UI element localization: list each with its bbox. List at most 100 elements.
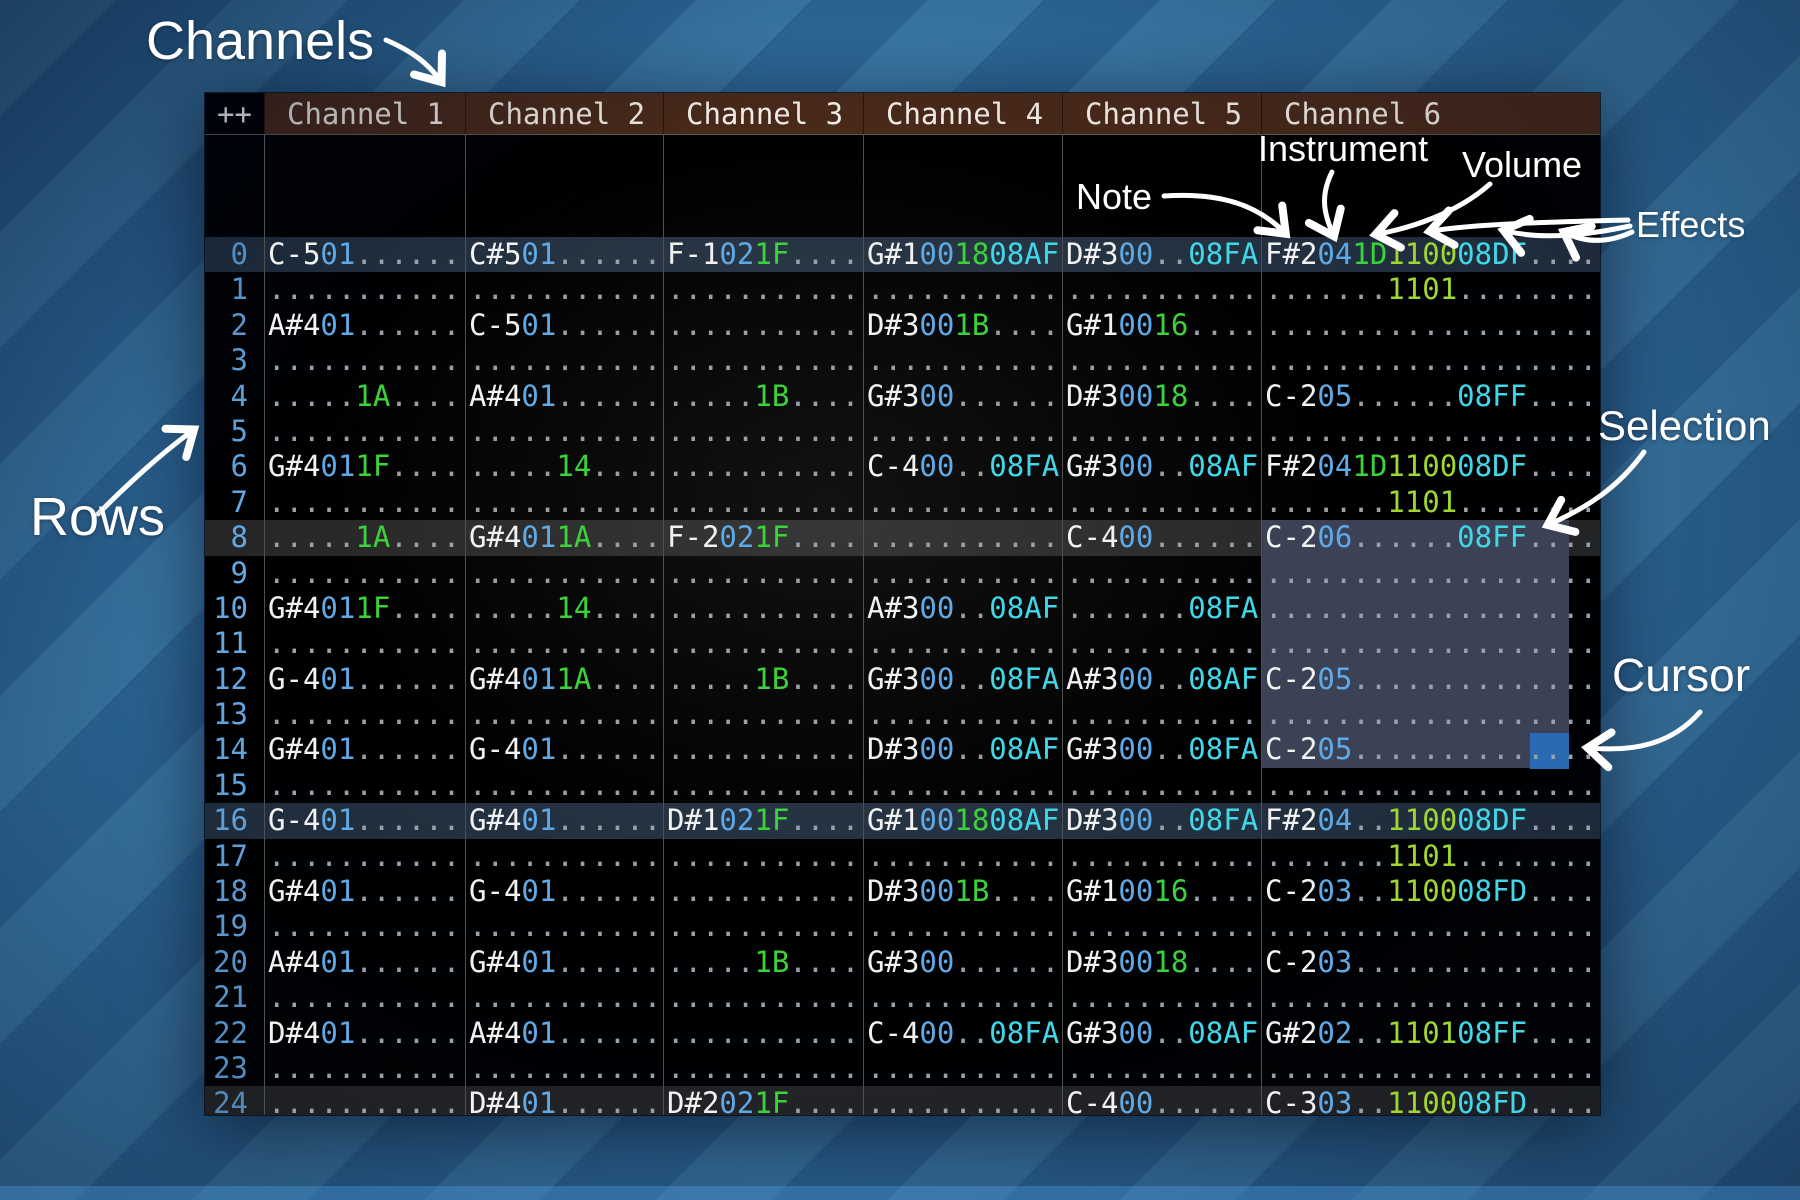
pattern-cell-ch3[interactable]: F-2021F.... [663,520,863,555]
pattern-cell-ch5[interactable]: G#300..08FA [1062,732,1261,767]
pattern-cell-ch4[interactable]: ........... [863,839,1062,874]
pattern-cell-ch3[interactable]: ........... [663,591,863,626]
pattern-cell-ch6[interactable]: ................... [1261,768,1600,803]
pattern-cell-ch5[interactable]: G#300..08AF [1062,449,1261,484]
pattern-cell-ch6[interactable]: ................... [1261,343,1600,378]
pattern-cell-ch4[interactable]: G#300...... [863,945,1062,980]
pattern-cell-ch1[interactable]: ........... [264,697,465,732]
pattern-cell-ch1[interactable]: ........... [264,272,465,307]
pattern-cell-ch4[interactable]: ........... [863,626,1062,661]
pattern-cell-ch3[interactable]: D#2021F.... [663,1086,863,1115]
pattern-cell-ch2[interactable]: ........... [465,768,663,803]
pattern-cell-ch5[interactable]: ........... [1062,556,1261,591]
pattern-cell-ch1[interactable]: C-501...... [264,237,465,272]
pattern-cell-ch1[interactable]: G-401...... [264,803,465,838]
pattern-cell-ch1[interactable]: ........... [264,556,465,591]
pattern-cell-ch2[interactable]: .....14.... [465,449,663,484]
pattern-cell-ch2[interactable]: ........... [465,626,663,661]
pattern-cell-ch1[interactable]: ........... [264,1086,465,1115]
pattern-cell-ch2[interactable]: ........... [465,414,663,449]
pattern-cell-ch3[interactable]: .....1B.... [663,945,863,980]
pattern-cell-ch5[interactable]: C-400...... [1062,1086,1261,1115]
pattern-cell-ch1[interactable]: ........... [264,909,465,944]
pattern-cell-ch2[interactable]: G-401...... [465,732,663,767]
pattern-cell-ch5[interactable]: ........... [1062,1051,1261,1086]
pattern-cell-ch6[interactable]: ................... [1261,1051,1600,1086]
pattern-cell-ch2[interactable]: ........... [465,485,663,520]
pattern-cell-ch1[interactable]: .....1A.... [264,379,465,414]
pattern-cell-ch6[interactable]: C-205......08FF.... [1261,379,1600,414]
pattern-cell-ch3[interactable]: ........... [663,626,863,661]
pattern-cell-ch6[interactable]: C-203..110008FD.... [1261,874,1600,909]
pattern-cell-ch6[interactable]: C-206......08FF.... [1261,520,1600,555]
pattern-cell-ch2[interactable]: .....14.... [465,591,663,626]
pattern-cell-ch1[interactable]: A#401...... [264,308,465,343]
pattern-cell-ch4[interactable]: ........... [863,485,1062,520]
pattern-cell-ch1[interactable]: ........... [264,768,465,803]
pattern-cell-ch5[interactable]: G#10016.... [1062,308,1261,343]
pattern-cell-ch3[interactable]: ........... [663,1051,863,1086]
pattern-cell-ch5[interactable]: ........... [1062,272,1261,307]
pattern-cell-ch3[interactable]: F-1021F.... [663,237,863,272]
pattern-cell-ch2[interactable]: ........... [465,697,663,732]
pattern-cell-ch2[interactable]: ........... [465,839,663,874]
pattern-cell-ch1[interactable]: A#401...... [264,945,465,980]
pattern-cell-ch2[interactable]: ........... [465,909,663,944]
pattern-cell-ch3[interactable]: ........... [663,556,863,591]
channel-header-3[interactable]: Channel 3 [663,93,863,134]
pattern-cell-ch1[interactable]: G-401...... [264,662,465,697]
pattern-cell-ch3[interactable]: ........... [663,980,863,1015]
pattern-cell-ch4[interactable]: ........... [863,980,1062,1015]
pattern-cell-ch6[interactable]: C-205.............. [1261,662,1600,697]
pattern-cell-ch5[interactable]: ........... [1062,909,1261,944]
pattern-cell-ch1[interactable]: ........... [264,485,465,520]
pattern-cell-ch1[interactable]: ........... [264,626,465,661]
pattern-expand-button[interactable]: ++ [205,93,264,134]
pattern-cell-ch1[interactable]: ........... [264,343,465,378]
pattern-cell-ch3[interactable]: ........... [663,697,863,732]
pattern-cell-ch5[interactable]: ........... [1062,485,1261,520]
pattern-cell-ch2[interactable]: D#401...... [465,1086,663,1115]
pattern-cell-ch3[interactable]: ........... [663,308,863,343]
pattern-cell-ch6[interactable]: C-203.............. [1261,945,1600,980]
pattern-cell-ch2[interactable]: ........... [465,980,663,1015]
pattern-cell-ch1[interactable]: ........... [264,980,465,1015]
pattern-cell-ch5[interactable]: D#300..08FA [1062,237,1261,272]
pattern-cell-ch5[interactable]: D#30018.... [1062,379,1261,414]
pattern-cell-ch2[interactable]: C#501...... [465,237,663,272]
pattern-cell-ch4[interactable]: ........... [863,272,1062,307]
pattern-cell-ch6[interactable]: F#204..110008DF.... [1261,803,1600,838]
pattern-cell-ch6[interactable]: ................... [1261,626,1600,661]
pattern-cell-ch5[interactable]: ........... [1062,626,1261,661]
pattern-cell-ch2[interactable]: A#401...... [465,1016,663,1051]
pattern-cell-ch6[interactable]: ................... [1261,909,1600,944]
pattern-cell-ch5[interactable]: ........... [1062,768,1261,803]
pattern-cell-ch5[interactable]: D#300..08FA [1062,803,1261,838]
pattern-cell-ch6[interactable]: C-205.............. [1261,732,1600,767]
pattern-cell-ch4[interactable]: ........... [863,768,1062,803]
pattern-cell-ch4[interactable]: G#300..08FA [863,662,1062,697]
pattern-cell-ch5[interactable]: ........... [1062,414,1261,449]
pattern-cell-ch3[interactable]: ........... [663,1016,863,1051]
pattern-cell-ch6[interactable]: ................... [1261,697,1600,732]
pattern-cell-ch4[interactable]: ........... [863,520,1062,555]
pattern-cell-ch5[interactable]: .......08FA [1062,591,1261,626]
pattern-cell-ch6[interactable]: .......1101........ [1261,272,1600,307]
pattern-cell-ch4[interactable]: ........... [863,909,1062,944]
pattern-cell-ch4[interactable]: C-400..08FA [863,449,1062,484]
pattern-cell-ch4[interactable]: C-400..08FA [863,1016,1062,1051]
pattern-cell-ch3[interactable]: ........... [663,768,863,803]
pattern-cell-ch3[interactable]: .....1B.... [663,662,863,697]
pattern-cell-ch6[interactable]: ................... [1261,980,1600,1015]
pattern-cell-ch2[interactable]: ........... [465,343,663,378]
channel-header-4[interactable]: Channel 4 [863,93,1062,134]
pattern-cell-ch5[interactable]: A#300..08AF [1062,662,1261,697]
pattern-cell-ch2[interactable]: C-501...... [465,308,663,343]
pattern-cell-ch3[interactable]: ........... [663,874,863,909]
pattern-cell-ch3[interactable]: ........... [663,839,863,874]
pattern-cell-ch3[interactable]: D#1021F.... [663,803,863,838]
pattern-cell-ch4[interactable]: ........... [863,697,1062,732]
pattern-cell-ch6[interactable]: F#2041D110008DF.... [1261,449,1600,484]
pattern-cell-ch1[interactable]: G#4011F.... [264,449,465,484]
pattern-cell-ch4[interactable]: ........... [863,1086,1062,1115]
